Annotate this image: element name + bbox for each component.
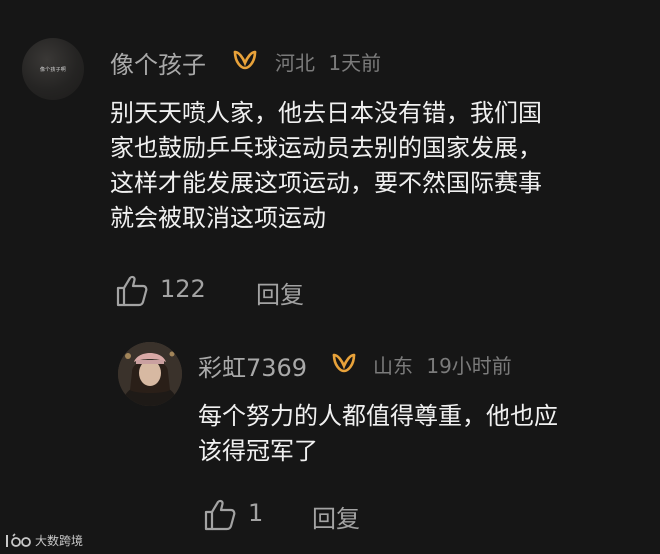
replier-username[interactable]: 彩虹7369 [198, 348, 307, 383]
like-count: 122 [160, 275, 206, 303]
reply-text: 每个努力的人都值得尊重，他也应 该得冠军了 [198, 399, 558, 469]
vip-badge-icon [233, 50, 257, 70]
reply-reply-button[interactable]: 回复 [312, 499, 360, 534]
comment-location: 河北 [275, 51, 315, 75]
avatar-caption: 像个孩子啊 [39, 67, 66, 73]
vip-badge-icon [332, 353, 356, 373]
reply-like-count: 1 [248, 499, 264, 527]
comment-text-line: 就会被取消这项运动 [110, 204, 326, 232]
comment-text: 别天天喷人家，他去日本没有错，我们国 家也鼓励乒乓球运动员去别的国家发展， 这样… [110, 96, 542, 236]
reply-time: 19小时前 [426, 354, 512, 378]
reply-text-line: 每个努力的人都值得尊重，他也应 [198, 402, 558, 430]
watermark: 大数跨境 [4, 532, 83, 549]
reply-location: 山东 [373, 354, 413, 378]
comment-text-line: 别天天喷人家，他去日本没有错，我们国 [110, 99, 542, 127]
commenter-username[interactable]: 像个孩子 [110, 45, 206, 80]
comment-text-line: 这样才能发展这项运动，要不然国际赛事 [110, 169, 542, 197]
comment-time: 1天前 [328, 51, 382, 75]
watermark-logo-icon [6, 532, 31, 547]
thumbs-up-icon[interactable] [115, 274, 149, 308]
comment-meta: 河北 1天前 [275, 47, 381, 76]
commenter-avatar[interactable]: 像个孩子啊 [22, 38, 84, 100]
watermark-text: 大数跨境 [35, 534, 84, 548]
reply-button[interactable]: 回复 [256, 275, 304, 310]
comment-text-line: 家也鼓励乒乓球运动员去别的国家发展， [110, 134, 542, 162]
thumbs-up-icon[interactable] [203, 498, 237, 532]
reply-text-line: 该得冠军了 [198, 437, 318, 465]
replier-avatar[interactable] [118, 342, 182, 406]
reply-meta: 山东 19小时前 [373, 350, 512, 379]
replier-avatar-image [118, 342, 182, 406]
